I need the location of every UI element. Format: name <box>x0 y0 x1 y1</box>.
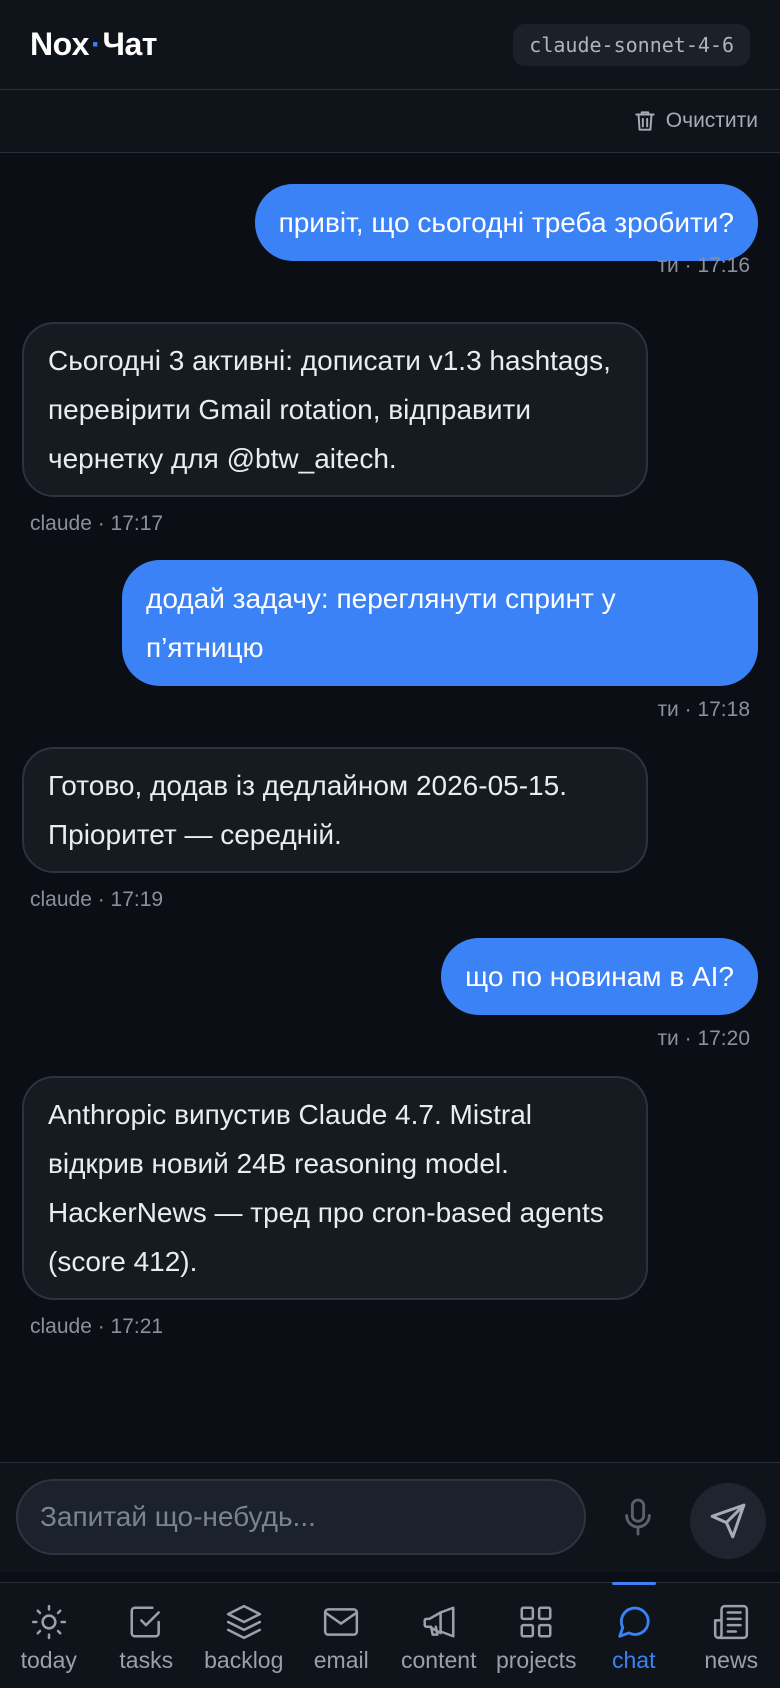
send-button[interactable] <box>690 1483 766 1559</box>
message-input[interactable] <box>16 1479 586 1555</box>
message-assistant: Anthropic випустив Claude 4.7. Mistral в… <box>22 1076 648 1300</box>
nav-item-backlog[interactable]: backlog <box>195 1583 293 1688</box>
bottom-nav: today tasks backlog email content projec… <box>0 1582 780 1688</box>
nav-item-email[interactable]: email <box>293 1583 391 1688</box>
nav-label: projects <box>495 1647 577 1673</box>
checkbox-icon <box>130 1606 161 1638</box>
composer <box>0 1462 780 1572</box>
message-meta: claude · 17:17 <box>30 512 164 535</box>
message-list: привіт, що сьогодні треба зробити? ти · … <box>0 153 780 1463</box>
message-user: що по новинам в AI? <box>441 938 758 1015</box>
nav-item-content[interactable]: content <box>390 1583 488 1688</box>
layers-icon <box>226 1604 261 1640</box>
mic-button[interactable] <box>618 1497 658 1537</box>
message-meta: ти · 17:16 <box>657 254 750 277</box>
message-bubble: привіт, що сьогодні треба зробити? <box>254 184 758 261</box>
chat-app: Nox · Чат claude-sonnet-4-6 Очистити приві… <box>0 0 780 1688</box>
newspaper-icon <box>714 1604 749 1640</box>
nav-label: backlog <box>204 1647 284 1673</box>
message-bubble: Готово, додав із дедлайном 2026-05-15. П… <box>22 747 648 873</box>
message-meta: ти · 17:20 <box>657 1027 750 1050</box>
nav-item-tasks[interactable]: tasks <box>98 1583 196 1688</box>
message-bubble: Сьогодні 3 активні: дописати v1.3 hashta… <box>22 322 648 497</box>
nav-label: news <box>704 1647 759 1673</box>
nav-item-today[interactable]: today <box>0 1583 98 1688</box>
message-bubble: що по новинам в AI? <box>441 938 758 1015</box>
model-badge[interactable]: claude-sonnet-4-6 <box>513 23 750 66</box>
microphone-icon <box>625 1498 651 1536</box>
chat-bubble-icon <box>618 1606 650 1638</box>
chat-toolbar: Очистити <box>0 90 780 153</box>
brand-separator: · <box>90 27 101 61</box>
brand-section: Чат <box>102 26 157 62</box>
brand-name: Nox <box>30 26 89 62</box>
message-meta: ти · 17:18 <box>657 698 750 721</box>
message-user: додай задачу: переглянути спринт у п’ятн… <box>122 560 758 686</box>
clear-chat-label: Очистити <box>665 109 758 132</box>
nav-label: today <box>20 1647 77 1673</box>
nav-label: tasks <box>119 1647 174 1673</box>
app-title: Nox · Чат <box>30 26 157 63</box>
mail-icon <box>324 1608 359 1636</box>
message-assistant: Сьогодні 3 активні: дописати v1.3 hashta… <box>22 322 648 497</box>
nav-label: chat <box>612 1647 656 1673</box>
nav-label: content <box>401 1647 477 1673</box>
megaphone-icon <box>423 1606 455 1638</box>
message-assistant: Готово, додав із дедлайном 2026-05-15. П… <box>22 747 648 873</box>
app-header: Nox · Чат claude-sonnet-4-6 <box>0 0 780 90</box>
message-meta: claude · 17:21 <box>30 1315 164 1338</box>
clear-chat-button[interactable]: Очистити <box>632 108 758 134</box>
message-bubble: Anthropic випустив Claude 4.7. Mistral в… <box>22 1076 648 1300</box>
message-meta: claude · 17:19 <box>30 888 164 911</box>
message-bubble: додай задачу: переглянути спринт у п’ятн… <box>122 560 758 686</box>
sun-icon <box>31 1604 66 1640</box>
nav-item-projects[interactable]: projects <box>488 1583 586 1688</box>
nav-label: email <box>313 1647 369 1673</box>
send-icon <box>710 1503 746 1539</box>
nav-item-chat[interactable]: chat <box>585 1583 683 1688</box>
grid-icon <box>520 1606 552 1638</box>
nav-item-news[interactable]: news <box>683 1583 780 1688</box>
message-user: привіт, що сьогодні треба зробити? <box>254 184 758 261</box>
trash-icon <box>635 111 655 131</box>
